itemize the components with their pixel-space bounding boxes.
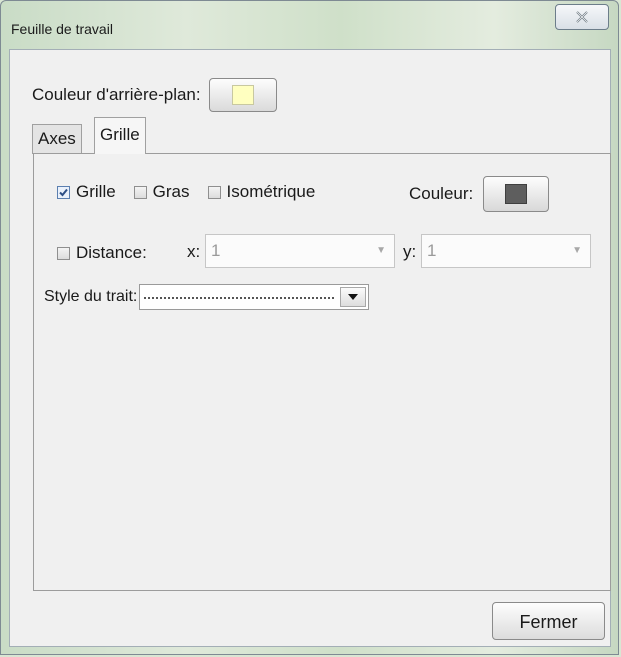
grid-options-row: Grille Gras Isométrique — [57, 182, 333, 202]
chevron-down-icon: ▼ — [572, 245, 582, 256]
background-color-label: Couleur d'arrière-plan: — [32, 85, 201, 104]
isometric-checkbox-item[interactable]: Isométrique — [207, 182, 316, 202]
distance-checkbox[interactable] — [57, 246, 70, 260]
grid-checkbox-label: Grille — [76, 182, 116, 201]
grid-color-row: Couleur: — [409, 176, 550, 212]
triangle-down-icon — [348, 294, 359, 300]
window-title: Feuille de travail — [11, 21, 113, 37]
distance-x-label: x: — [187, 242, 201, 261]
line-style-row: Style du trait: — [44, 284, 370, 310]
distance-x-value: 1 — [211, 241, 221, 260]
distance-row: Distance: x: 1 ▼ y: 1 ▼ — [57, 234, 597, 270]
grid-checkbox-item[interactable]: Grille — [57, 182, 116, 202]
distance-checkbox-item[interactable]: Distance: — [57, 243, 147, 263]
isometric-checkbox-label: Isométrique — [226, 182, 316, 201]
tab-axes[interactable]: Axes — [32, 124, 82, 154]
distance-x-combo[interactable]: 1 ▼ — [205, 234, 395, 268]
window-close-button[interactable] — [555, 4, 609, 30]
grid-checkbox[interactable] — [57, 185, 70, 199]
dotted-line-preview — [144, 297, 335, 299]
close-button[interactable]: Fermer — [492, 602, 605, 640]
dialog-window: Feuille de travail Couleur d'arrière-pla… — [0, 0, 619, 655]
isometric-checkbox[interactable] — [207, 185, 221, 199]
bold-checkbox-item[interactable]: Gras — [133, 182, 190, 202]
title-bar: Feuille de travail — [1, 1, 618, 45]
chevron-down-icon: ▼ — [376, 245, 386, 256]
tab-grille[interactable]: Grille — [94, 117, 146, 154]
distance-y-combo[interactable]: 1 ▼ — [421, 234, 591, 268]
bold-checkbox[interactable] — [133, 185, 147, 199]
grid-color-swatch — [505, 184, 528, 204]
background-color-row: Couleur d'arrière-plan: — [32, 78, 277, 112]
line-style-select[interactable] — [139, 284, 370, 310]
grid-color-button[interactable] — [483, 176, 550, 212]
distance-y-label: y: — [403, 242, 417, 261]
close-x-icon — [576, 11, 588, 23]
background-color-button[interactable] — [208, 78, 277, 112]
grid-settings-panel: Grille Gras Isométrique Couleur: Distanc… — [33, 153, 611, 591]
grid-color-label: Couleur: — [409, 184, 474, 203]
distance-checkbox-label: Distance: — [76, 243, 147, 262]
bold-checkbox-label: Gras — [152, 182, 190, 201]
dialog-client-area: Couleur d'arrière-plan: Axes Grille Gril… — [9, 49, 611, 647]
check-icon — [59, 188, 68, 196]
distance-y-value: 1 — [427, 241, 437, 260]
background-color-swatch — [231, 85, 254, 105]
line-style-dropdown-button[interactable] — [340, 287, 367, 307]
line-style-label: Style du trait: — [44, 288, 138, 305]
